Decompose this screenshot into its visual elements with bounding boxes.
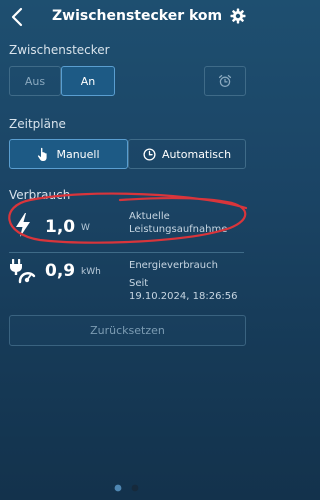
settings-button[interactable] [230, 8, 246, 24]
manual-button-label: Manuell [56, 147, 100, 161]
on-button[interactable]: An [61, 66, 115, 96]
plug-section-label: Zwischenstecker [9, 43, 110, 57]
page-dot-inactive [131, 484, 139, 492]
energy-description-line1: Energieverbrauch [129, 260, 218, 271]
schedule-section-label: Zeitpläne [9, 117, 66, 131]
divider [9, 252, 244, 253]
on-button-label: An [80, 74, 96, 88]
plug-gauge-icon [10, 259, 36, 284]
chevron-left-icon [11, 7, 23, 27]
energy-unit: kWh [81, 267, 101, 277]
hand-pointer-icon [38, 147, 48, 161]
reset-button-label: Zurücksetzen [90, 324, 165, 337]
annotation-ellipse [8, 192, 248, 244]
alarm-clock-icon [218, 74, 232, 88]
energy-value: 0,9 [45, 261, 76, 281]
manual-button[interactable]: Manuell [9, 139, 128, 169]
alarm-button[interactable] [204, 66, 246, 96]
page-title: Zwischenstecker kom… [52, 8, 222, 24]
header-bar: Zwischenstecker kom… [0, 0, 253, 34]
reset-button[interactable]: Zurücksetzen [9, 315, 246, 346]
energy-row: 0,9 kWh Energieverbrauch Seit 19.10.2024… [0, 255, 253, 305]
energy-since-timestamp: 19.10.2024, 18:26:56 [129, 291, 238, 302]
off-button-label: Aus [24, 74, 46, 88]
automatic-button-label: Automatisch [161, 147, 232, 161]
off-button[interactable]: Aus [9, 66, 61, 96]
clock-icon [143, 147, 156, 161]
back-button[interactable] [8, 6, 28, 28]
page-dot-active [114, 484, 122, 492]
gear-icon [230, 8, 246, 24]
automatic-button[interactable]: Automatisch [128, 139, 246, 169]
energy-description-line2: Seit [129, 278, 149, 289]
page-indicator [114, 484, 139, 492]
